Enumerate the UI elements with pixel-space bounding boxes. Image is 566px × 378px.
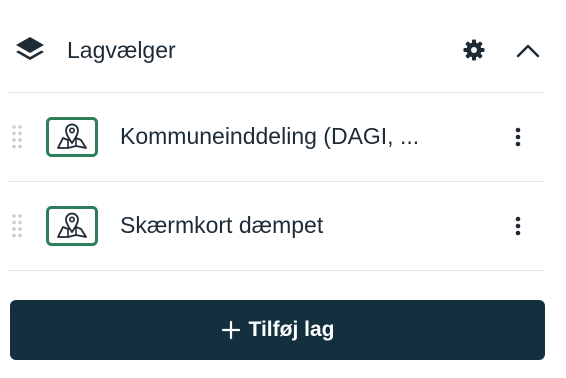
chevron-up-icon	[516, 44, 540, 58]
map-pin-icon	[46, 117, 98, 157]
add-layer-label: Tilføj lag	[248, 318, 335, 341]
settings-button[interactable]	[460, 36, 488, 64]
drag-handle-icon[interactable]	[10, 123, 24, 151]
divider	[8, 270, 544, 271]
panel-title: Lagvælger	[67, 37, 176, 63]
layers-icon	[16, 37, 44, 60]
gear-icon	[463, 39, 485, 61]
map-pin-icon	[46, 206, 98, 246]
panel-header: Lagvælger	[0, 0, 566, 92]
layer-picker-panel: Lagvælger Kommuneinddeling (DAGI, ... Sk…	[0, 0, 566, 378]
more-options-icon[interactable]	[508, 121, 528, 153]
layer-label: Skærmkort dæmpet	[120, 212, 324, 238]
layer-item[interactable]: Skærmkort dæmpet	[0, 182, 566, 270]
add-layer-button[interactable]: Tilføj lag	[10, 300, 545, 360]
drag-handle-icon[interactable]	[10, 212, 24, 240]
more-options-icon[interactable]	[508, 210, 528, 242]
plus-icon	[221, 320, 240, 340]
layer-item[interactable]: Kommuneinddeling (DAGI, ...	[0, 93, 566, 181]
collapse-button[interactable]	[512, 36, 544, 64]
layer-label: Kommuneinddeling (DAGI, ...	[120, 123, 420, 149]
